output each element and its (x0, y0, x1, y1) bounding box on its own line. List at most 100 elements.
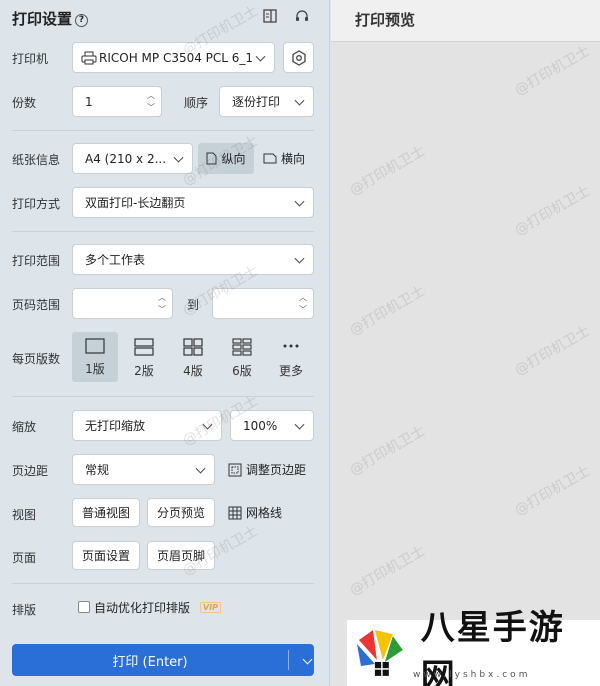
divider (12, 130, 314, 131)
per-page-more-option[interactable]: 更多 (268, 332, 314, 382)
chevron-down-icon[interactable] (302, 654, 313, 665)
order-value: 逐份打印 (232, 95, 281, 109)
paper-select[interactable]: A4 (210 x 2... (72, 143, 193, 174)
page-range-to-input[interactable]: ︿ ﹀ (212, 288, 314, 319)
settings-panel: 打印设置? 打印机 RICOH MP C3504 PCL 6_1 份数 1 ︿ … (0, 0, 330, 686)
range-value: 多个工作表 (85, 253, 146, 267)
printer-value: RICOH MP C3504 PCL 6_1 (99, 50, 254, 65)
chevron-down-icon (294, 253, 305, 264)
scale-percent-value: 100% (243, 418, 278, 433)
print-mode-label: 打印方式 (12, 197, 61, 211)
help-icon[interactable]: ? (75, 14, 89, 27)
page-break-preview-button[interactable]: 分页预览 (147, 498, 215, 527)
page-range-from-input[interactable]: ︿ ﹀ (72, 288, 173, 319)
page-range-label: 页码范围 (12, 298, 61, 312)
auto-layout-checkbox[interactable]: 自动优化打印排版 VIP (78, 598, 222, 616)
auto-layout-label: 自动优化打印排版 (94, 600, 191, 615)
checkbox[interactable] (78, 601, 90, 613)
per-page-4-label: 4版 (183, 364, 203, 378)
scale-label: 缩放 (12, 420, 37, 434)
landscape-button[interactable]: 横向 (263, 143, 305, 174)
panel-layout-icon[interactable] (262, 8, 278, 24)
portrait-button[interactable]: 纵向 (198, 143, 254, 174)
site-logo: 八星手游网 www.lyshbx.com (347, 608, 600, 686)
spin-up-icon[interactable]: ︿ (158, 293, 166, 302)
per-page-6-label: 6版 (232, 364, 252, 378)
page-label: 页面 (12, 551, 37, 565)
printer-settings-button[interactable] (283, 42, 314, 73)
per-page-2-option[interactable]: 2版 (121, 332, 167, 382)
spin-up-icon[interactable]: ︿ (147, 91, 155, 100)
margin-value: 常规 (85, 463, 110, 477)
order-select[interactable]: 逐份打印 (219, 86, 314, 117)
landscape-page-icon (263, 153, 277, 164)
divider (12, 396, 314, 397)
range-select[interactable]: 多个工作表 (72, 244, 314, 275)
portrait-page-icon (206, 152, 217, 165)
copies-input[interactable]: 1 ︿ ﹀ (72, 86, 162, 117)
paper-value: A4 (210 x 2... (85, 151, 167, 166)
vip-badge: VIP (200, 601, 222, 613)
copies-value: 1 (85, 94, 93, 109)
order-label: 顺序 (184, 96, 209, 110)
button-divider (288, 650, 289, 670)
print-button[interactable]: 打印 (Enter) (12, 644, 314, 676)
margin-adjust-icon (228, 463, 242, 476)
paper-label: 纸张信息 (12, 153, 61, 167)
printer-select[interactable]: RICOH MP C3504 PCL 6_1 (72, 42, 275, 73)
layout-1-icon (85, 338, 105, 354)
chevron-down-icon (195, 463, 206, 474)
per-page-4-option[interactable]: 4版 (170, 332, 216, 382)
layout-4-icon (183, 338, 203, 356)
per-page-label: 每页版数 (12, 352, 61, 366)
page-setup-button[interactable]: 页面设置 (72, 541, 140, 570)
chevron-down-icon (294, 419, 305, 430)
margin-select[interactable]: 常规 (72, 454, 215, 485)
divider (12, 231, 314, 232)
spin-down-icon[interactable]: ﹀ (147, 103, 155, 112)
scale-select[interactable]: 无打印缩放 (72, 410, 222, 441)
layout-2-icon (134, 338, 154, 356)
adjust-margin-button[interactable]: 调整页边距 (228, 454, 306, 485)
grid-icon (228, 506, 242, 519)
normal-view-button[interactable]: 普通视图 (72, 498, 140, 527)
scale-value: 无打印缩放 (85, 419, 146, 433)
per-page-more-label: 更多 (278, 364, 303, 378)
printer-icon (81, 51, 97, 64)
divider (12, 583, 314, 584)
page-range-to-label: 到 (187, 298, 200, 312)
layout-label: 排版 (12, 603, 37, 617)
per-page-2-label: 2版 (134, 364, 154, 378)
more-dots-icon (283, 344, 299, 348)
spin-down-icon[interactable]: ﹀ (299, 305, 307, 314)
portrait-label: 纵向 (221, 152, 246, 166)
chevron-down-icon (202, 419, 213, 430)
adjust-margin-label: 调整页边距 (246, 463, 307, 477)
chevron-down-icon (294, 196, 305, 207)
print-button-label: 打印 (Enter) (112, 654, 188, 670)
per-page-1-option[interactable]: 1版 (72, 332, 118, 382)
printer-label: 打印机 (12, 52, 49, 66)
copies-label: 份数 (12, 96, 37, 110)
print-mode-select[interactable]: 双面打印-长边翻页 (72, 187, 314, 218)
hexagon-gear-icon (291, 49, 306, 66)
logo-icon (356, 630, 403, 676)
per-page-1-label: 1版 (85, 362, 105, 376)
scale-percent-select[interactable]: 100% (230, 410, 314, 441)
layout-6-icon (232, 338, 252, 356)
chevron-down-icon (255, 51, 266, 62)
per-page-6-option[interactable]: 6版 (219, 332, 265, 382)
preview-pane: 打印预览 (331, 0, 600, 686)
margin-label: 页边距 (12, 464, 49, 478)
print-mode-value: 双面打印-长边翻页 (85, 196, 186, 210)
landscape-label: 横向 (281, 152, 306, 166)
headset-icon[interactable] (294, 8, 310, 24)
gridlines-toggle[interactable]: 网格线 (228, 498, 282, 527)
spin-down-icon[interactable]: ﹀ (158, 305, 166, 314)
gridlines-label: 网格线 (246, 506, 283, 520)
page-title: 打印设置? (12, 8, 89, 29)
spin-up-icon[interactable]: ︿ (299, 293, 307, 302)
chevron-down-icon (173, 152, 184, 163)
logo-url: www.lyshbx.com (413, 670, 531, 680)
header-footer-button[interactable]: 页眉页脚 (147, 541, 215, 570)
